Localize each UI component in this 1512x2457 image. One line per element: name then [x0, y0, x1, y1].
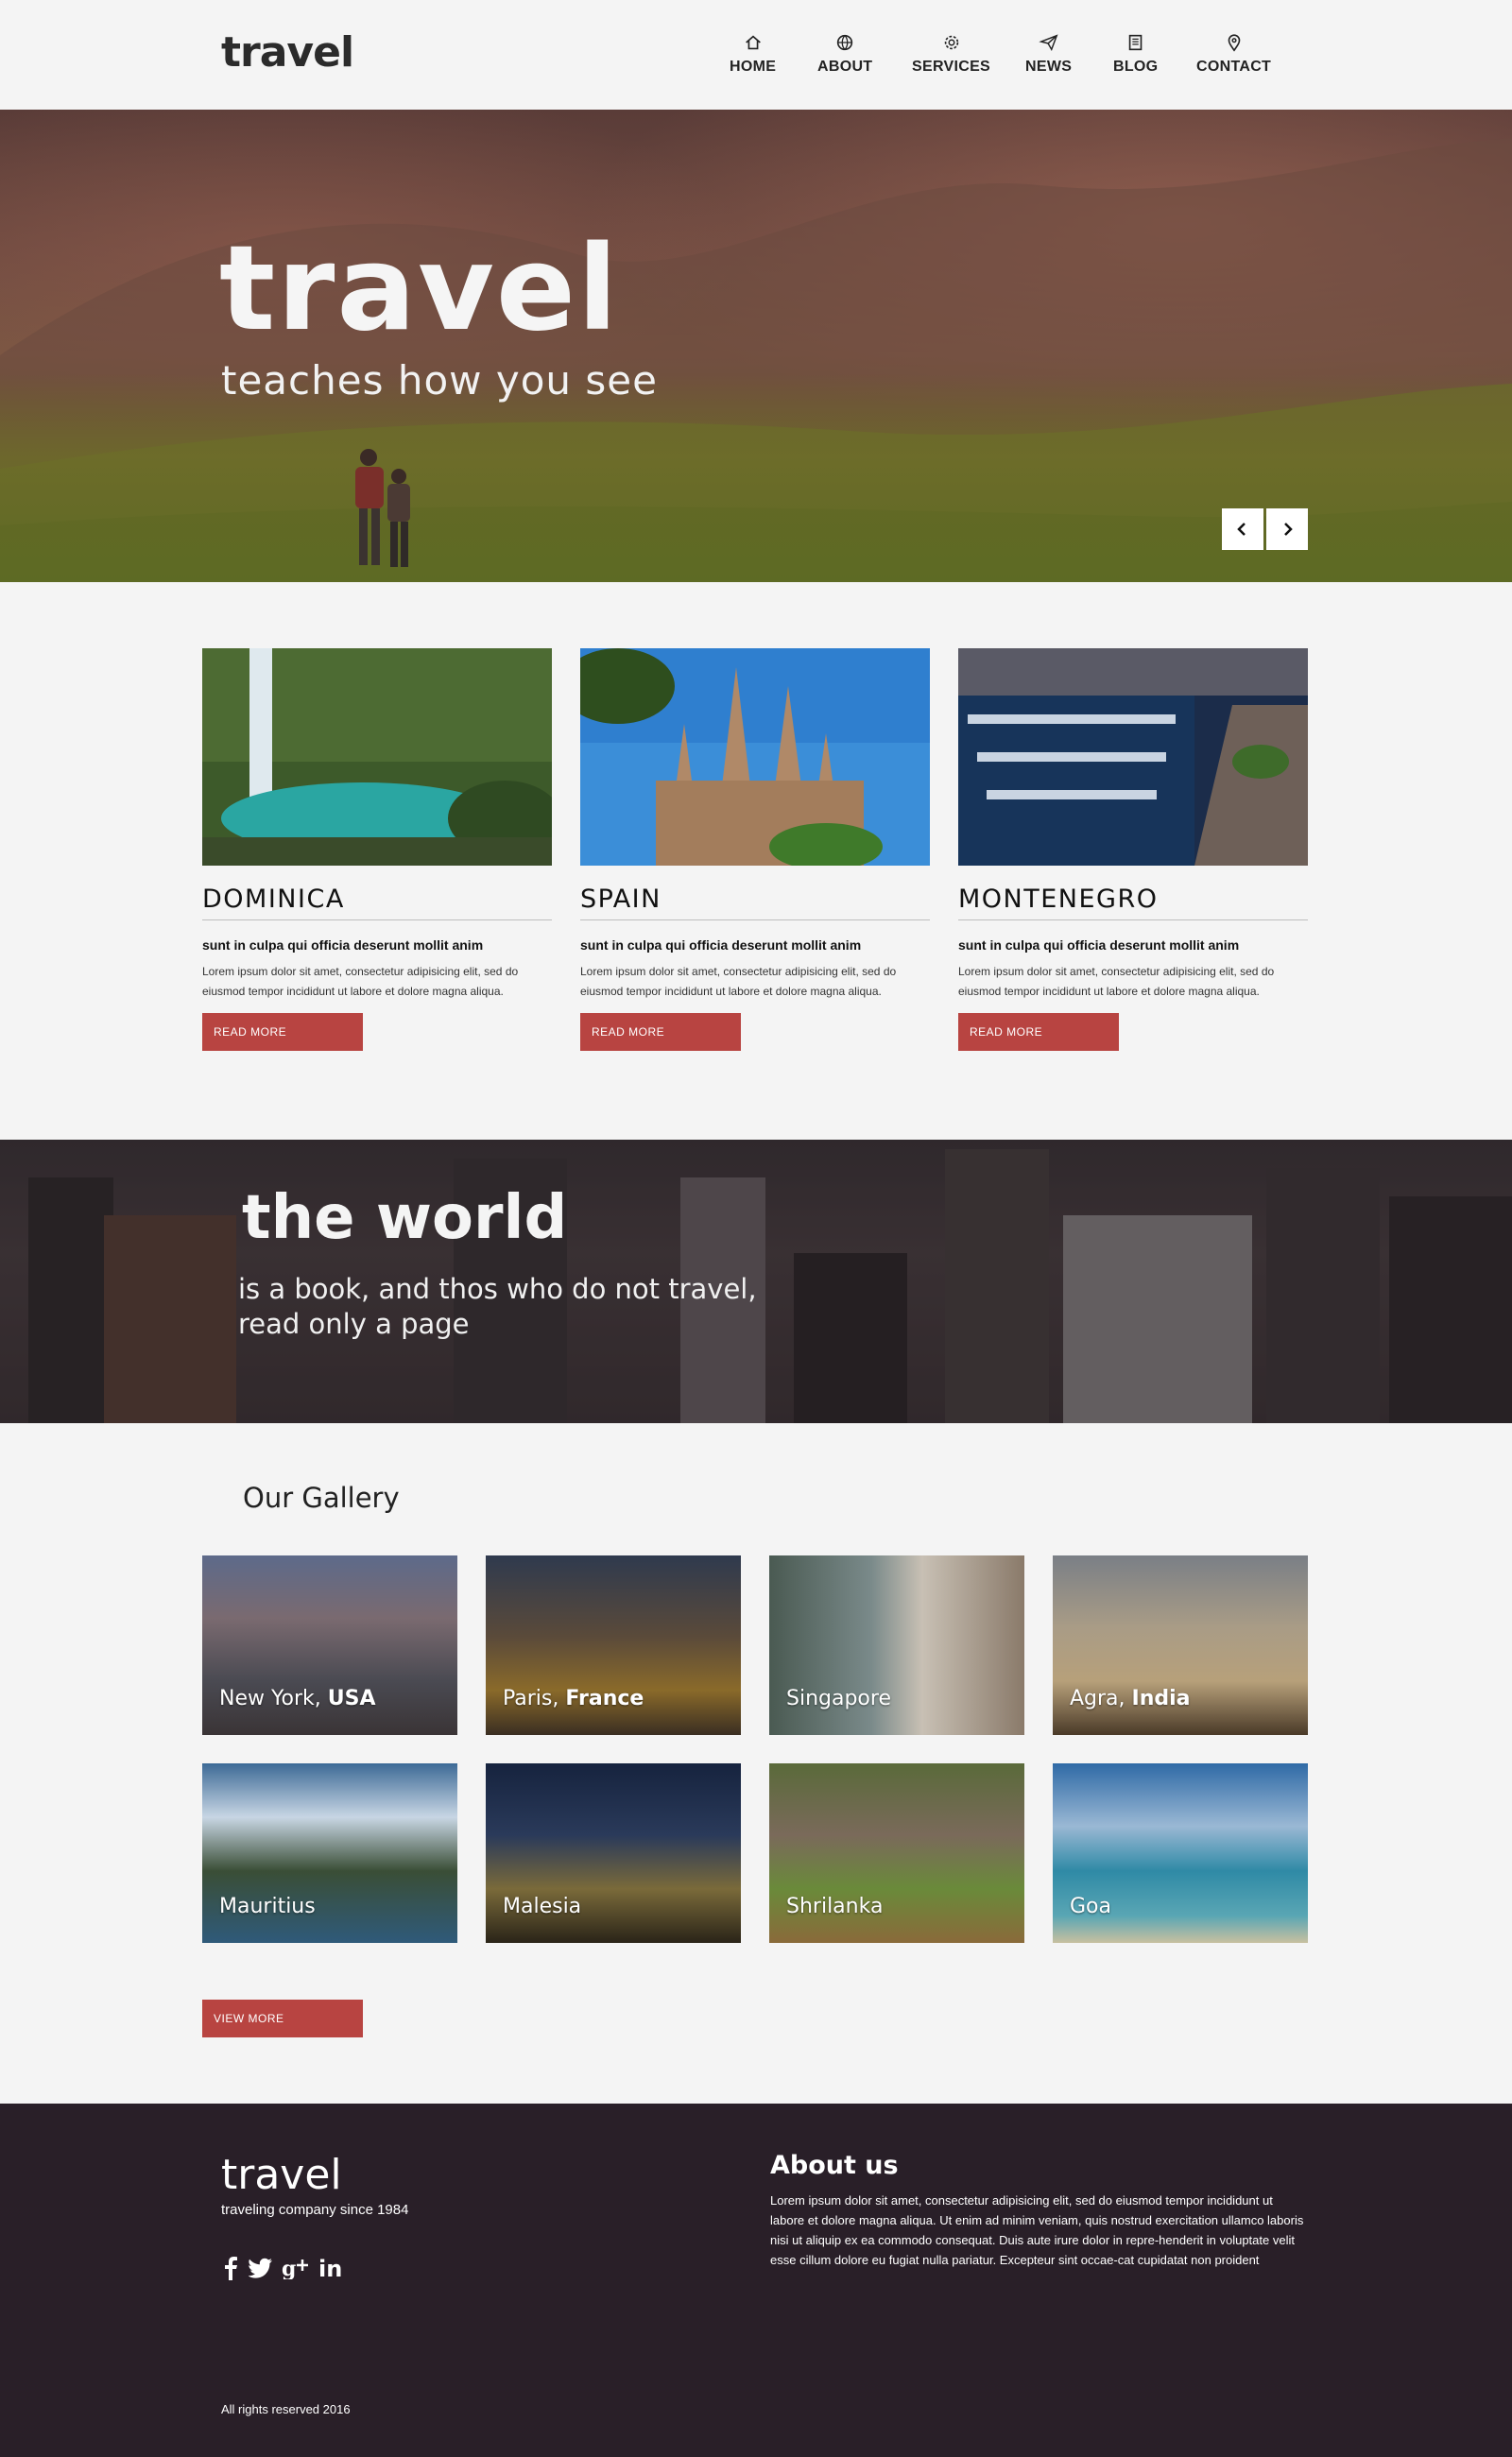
- gallery-tile-label: Goa: [1070, 1895, 1111, 1918]
- nav-about[interactable]: ABOUT: [817, 32, 872, 76]
- nav-contact-label: CONTACT: [1196, 59, 1272, 75]
- read-more-button[interactable]: READ MORE: [958, 1013, 1119, 1051]
- globe-icon: [837, 34, 853, 51]
- nav-news-label: NEWS: [1025, 59, 1073, 75]
- destination-subtitle: sunt in culpa qui officia deserunt molli…: [202, 937, 484, 953]
- nav-services-label: SERVICES: [912, 59, 991, 75]
- book-icon: [1128, 34, 1143, 51]
- footer-tagline: traveling company since 1984: [221, 2202, 409, 2218]
- slider-next-button[interactable]: [1266, 508, 1308, 550]
- destination-description: Lorem ipsum dolor sit amet, consectetur …: [580, 965, 897, 998]
- facebook-icon: [225, 2257, 237, 2280]
- spain-cathedral-image[interactable]: [580, 648, 930, 866]
- destination-name: DOMINICA: [202, 885, 552, 920]
- dominica-waterfall-image[interactable]: [202, 648, 552, 866]
- destination-card: DOMINICA sunt in culpa qui officia deser…: [202, 648, 552, 1051]
- quote-text: is a book, and thos who do not travel, r…: [238, 1272, 767, 1342]
- destination-description: Lorem ipsum dolor sit amet, consectetur …: [958, 965, 1275, 998]
- gallery-tile-label: Shrilanka: [786, 1895, 884, 1918]
- montenegro-marina-image[interactable]: [958, 648, 1308, 866]
- gallery-tile-shrilanka[interactable]: Shrilanka: [769, 1763, 1024, 1943]
- gallery-tile-paris[interactable]: Paris, France: [486, 1555, 741, 1735]
- nav-contact[interactable]: CONTACT: [1196, 32, 1271, 76]
- about-text: Lorem ipsum dolor sit amet, consectetur …: [770, 2193, 1304, 2267]
- about-title: About us: [770, 2151, 899, 2180]
- svg-text:g: g: [282, 2257, 296, 2279]
- site-footer: travel traveling company since 1984 g in…: [0, 2104, 1512, 2457]
- nav-blog[interactable]: BLOG: [1113, 32, 1158, 76]
- gallery-tile-mauritius[interactable]: Mauritius: [202, 1763, 457, 1943]
- destination-subtitle: sunt in culpa qui officia deserunt molli…: [580, 937, 862, 953]
- nav-home-label: HOME: [730, 59, 777, 75]
- map-pin-icon: [1228, 34, 1240, 52]
- google-plus-link[interactable]: g: [282, 2255, 308, 2281]
- gallery-tile-malesia[interactable]: Malesia: [486, 1763, 741, 1943]
- gear-icon: [944, 35, 958, 50]
- view-more-button[interactable]: VIEW MORE: [202, 2000, 363, 2037]
- gallery-tile-new-york[interactable]: New York, USA: [202, 1555, 457, 1735]
- twitter-icon: [249, 2258, 272, 2278]
- read-more-button[interactable]: READ MORE: [202, 1013, 363, 1051]
- quote-title: the world: [242, 1183, 568, 1253]
- site-header: travel HOME ABOUT SERVICES NEWS BLOG CON…: [0, 0, 1512, 110]
- destination-name: SPAIN: [580, 885, 930, 920]
- read-more-button[interactable]: READ MORE: [580, 1013, 741, 1051]
- chevron-left-icon: [1237, 523, 1246, 536]
- copyright: All rights reserved 2016: [221, 2402, 351, 2416]
- gallery-tile-label: New York, USA: [219, 1687, 376, 1710]
- gallery-tile-label: Malesia: [503, 1895, 582, 1918]
- nav-about-label: ABOUT: [817, 59, 873, 75]
- linkedin-icon: in: [318, 2257, 342, 2279]
- nav-services[interactable]: SERVICES: [912, 32, 990, 76]
- facebook-link[interactable]: [217, 2255, 244, 2281]
- hikers-image: [355, 449, 410, 567]
- gallery-tile-agra[interactable]: Agra, India: [1053, 1555, 1308, 1735]
- quote-line-2: read only a page: [238, 1308, 470, 1340]
- paper-plane-icon: [1038, 34, 1058, 52]
- gallery-tile-singapore[interactable]: Singapore: [769, 1555, 1024, 1735]
- destination-card: SPAIN sunt in culpa qui officia deserunt…: [580, 648, 930, 1051]
- gallery-tile-label: Agra, India: [1070, 1687, 1191, 1710]
- nav-blog-label: BLOG: [1113, 59, 1159, 75]
- destination-description: Lorem ipsum dolor sit amet, consectetur …: [202, 965, 519, 998]
- site-logo[interactable]: travel: [221, 28, 354, 77]
- hero-title: travel: [219, 221, 620, 357]
- gallery-tile-label: Singapore: [786, 1687, 891, 1710]
- svg-text:in: in: [318, 2257, 342, 2279]
- destination-subtitle: sunt in culpa qui officia deserunt molli…: [958, 937, 1240, 953]
- hero-grass: [0, 374, 1512, 582]
- gallery-tile-label: Mauritius: [219, 1895, 316, 1918]
- quote-banner: the world is a book, and thos who do not…: [0, 1140, 1512, 1423]
- gallery-tile-goa[interactable]: Goa: [1053, 1763, 1308, 1943]
- hero-subtitle: teaches how you see: [221, 357, 658, 404]
- gallery-tile-label: Paris, France: [503, 1687, 644, 1710]
- linkedin-link[interactable]: in: [318, 2255, 344, 2281]
- home-icon: [745, 35, 761, 50]
- destination-card: MONTENEGRO sunt in culpa qui officia des…: [958, 648, 1308, 1051]
- slider-prev-button[interactable]: [1222, 508, 1263, 550]
- gallery-title: Our Gallery: [243, 1482, 400, 1514]
- nav-news[interactable]: NEWS: [1025, 32, 1072, 76]
- footer-logo: travel: [221, 2151, 342, 2199]
- destination-name: MONTENEGRO: [958, 885, 1308, 920]
- chevron-right-icon: [1284, 523, 1293, 536]
- twitter-link[interactable]: [248, 2255, 274, 2281]
- quote-line-1: is a book, and thos who do not travel,: [238, 1273, 757, 1305]
- nav-home[interactable]: HOME: [730, 32, 776, 76]
- google-plus-icon: g: [282, 2257, 308, 2279]
